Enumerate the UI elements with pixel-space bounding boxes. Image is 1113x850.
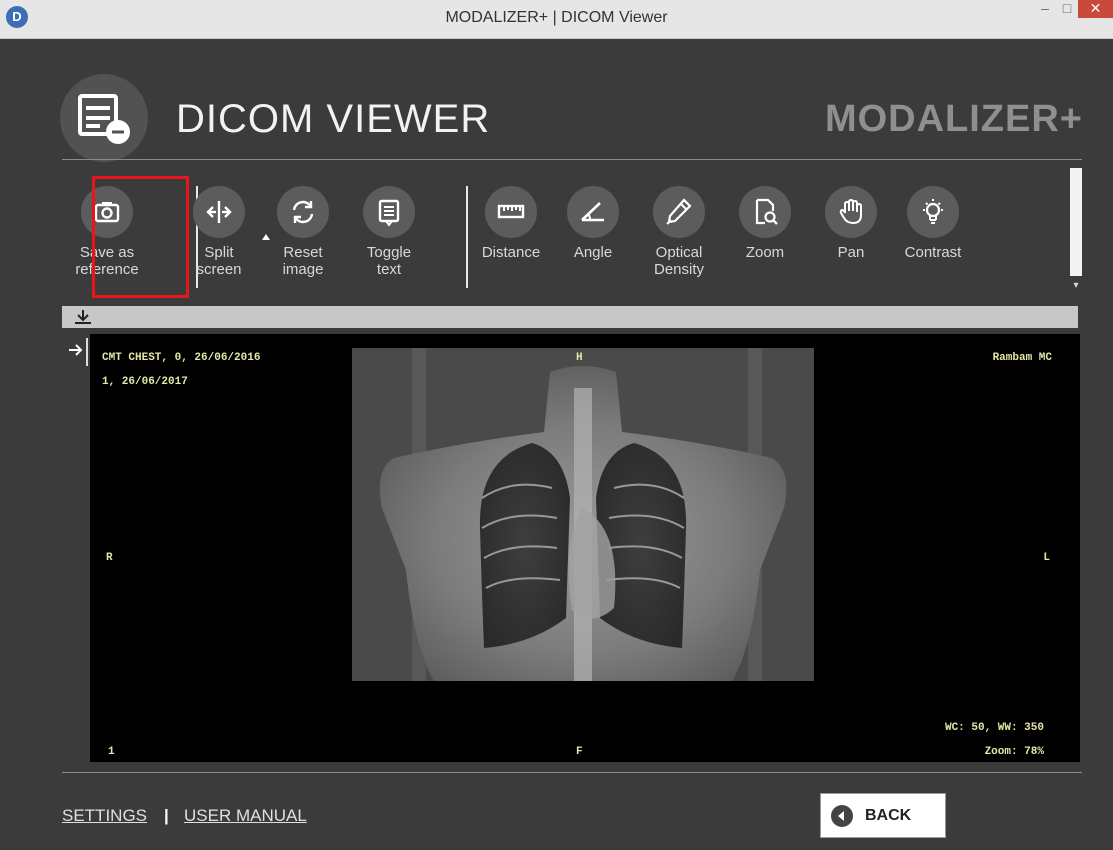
viewer-toolbar-strip — [62, 306, 1078, 328]
orientation-top: H — [576, 352, 583, 364]
ruler-icon — [485, 186, 537, 238]
institution-label: Rambam MC — [992, 352, 1052, 364]
orientation-left: R — [106, 552, 113, 564]
window-title: MODALIZER+ | DICOM Viewer — [445, 9, 668, 26]
window-titlebar: D MODALIZER+ | DICOM Viewer – □ ✕ — [0, 0, 1113, 39]
tool-label: Toggle text — [366, 244, 412, 278]
zoom-doc-icon — [739, 186, 791, 238]
zoom-readout: Zoom: 78% — [984, 746, 1044, 758]
split-arrows-icon — [193, 186, 245, 238]
pan-button[interactable]: Pan — [810, 186, 892, 261]
back-arrow-icon — [831, 804, 853, 827]
selection-highlight — [92, 176, 189, 298]
dicom-image-viewport[interactable]: CMT CHEST, 0, 26/06/2016 1, 26/06/2017 H… — [90, 334, 1080, 762]
chest-xray-image — [352, 348, 814, 681]
pen-icon — [653, 186, 705, 238]
split-screen-button[interactable]: Split screen — [178, 186, 260, 278]
document-list-icon — [60, 74, 148, 162]
hand-icon — [825, 186, 877, 238]
tool-label: Angle — [573, 244, 613, 261]
page-title: DICOM VIEWER — [176, 97, 491, 141]
scroll-down-icon[interactable]: ▾ — [1070, 280, 1082, 296]
footer-separator: | — [164, 806, 169, 825]
study-info-line2: 1, 26/06/2017 — [102, 376, 188, 388]
image-number: 1 — [108, 746, 115, 758]
footer-divider — [62, 772, 1082, 773]
header-divider — [62, 159, 1082, 160]
minimize-button[interactable]: – — [1034, 0, 1056, 22]
expand-panel-icon[interactable] — [66, 340, 86, 360]
tool-label: Distance — [481, 244, 541, 261]
zoom-button[interactable]: Zoom — [724, 186, 806, 261]
reset-image-button[interactable]: Reset image — [262, 186, 344, 278]
orientation-right: L — [1043, 552, 1050, 564]
angle-button[interactable]: Angle — [552, 186, 634, 261]
tool-label: Optical Density — [653, 244, 705, 278]
settings-link[interactable]: SETTINGS — [62, 806, 147, 826]
toolbar: Save as reference Split screen Reset image … — [62, 168, 1080, 298]
user-manual-link[interactable]: USER MANUAL — [184, 806, 307, 826]
close-button[interactable]: ✕ — [1078, 0, 1113, 18]
tool-label: Pan — [837, 244, 865, 261]
toolbar-separator — [466, 186, 468, 288]
tool-label: Split screen — [196, 244, 242, 278]
tool-label: Reset image — [282, 244, 324, 278]
toolbar-scrollbar[interactable] — [1070, 168, 1082, 276]
lightbulb-icon — [907, 186, 959, 238]
refresh-icon — [277, 186, 329, 238]
back-button[interactable]: BACK — [820, 793, 946, 838]
window-level-readout: WC: 50, WW: 350 — [944, 722, 1044, 734]
study-info-line1: CMT CHEST, 0, 26/06/2016 — [102, 352, 261, 364]
angle-icon — [567, 186, 619, 238]
contrast-button[interactable]: Contrast — [892, 186, 974, 261]
tool-label: Zoom — [745, 244, 785, 261]
tool-label: Contrast — [904, 244, 962, 261]
distance-button[interactable]: Distance — [470, 186, 552, 261]
toggle-text-button[interactable]: Toggle text — [348, 186, 430, 278]
orientation-bottom: F — [576, 746, 583, 758]
brand-logo-text: MODALIZER+ — [824, 98, 1083, 140]
back-label: BACK — [865, 806, 912, 824]
text-doc-icon — [363, 186, 415, 238]
maximize-button[interactable]: □ — [1056, 0, 1078, 22]
pin-icon[interactable] — [72, 307, 94, 327]
panel-edge — [86, 338, 88, 366]
optical-density-button[interactable]: Optical Density — [638, 186, 720, 278]
